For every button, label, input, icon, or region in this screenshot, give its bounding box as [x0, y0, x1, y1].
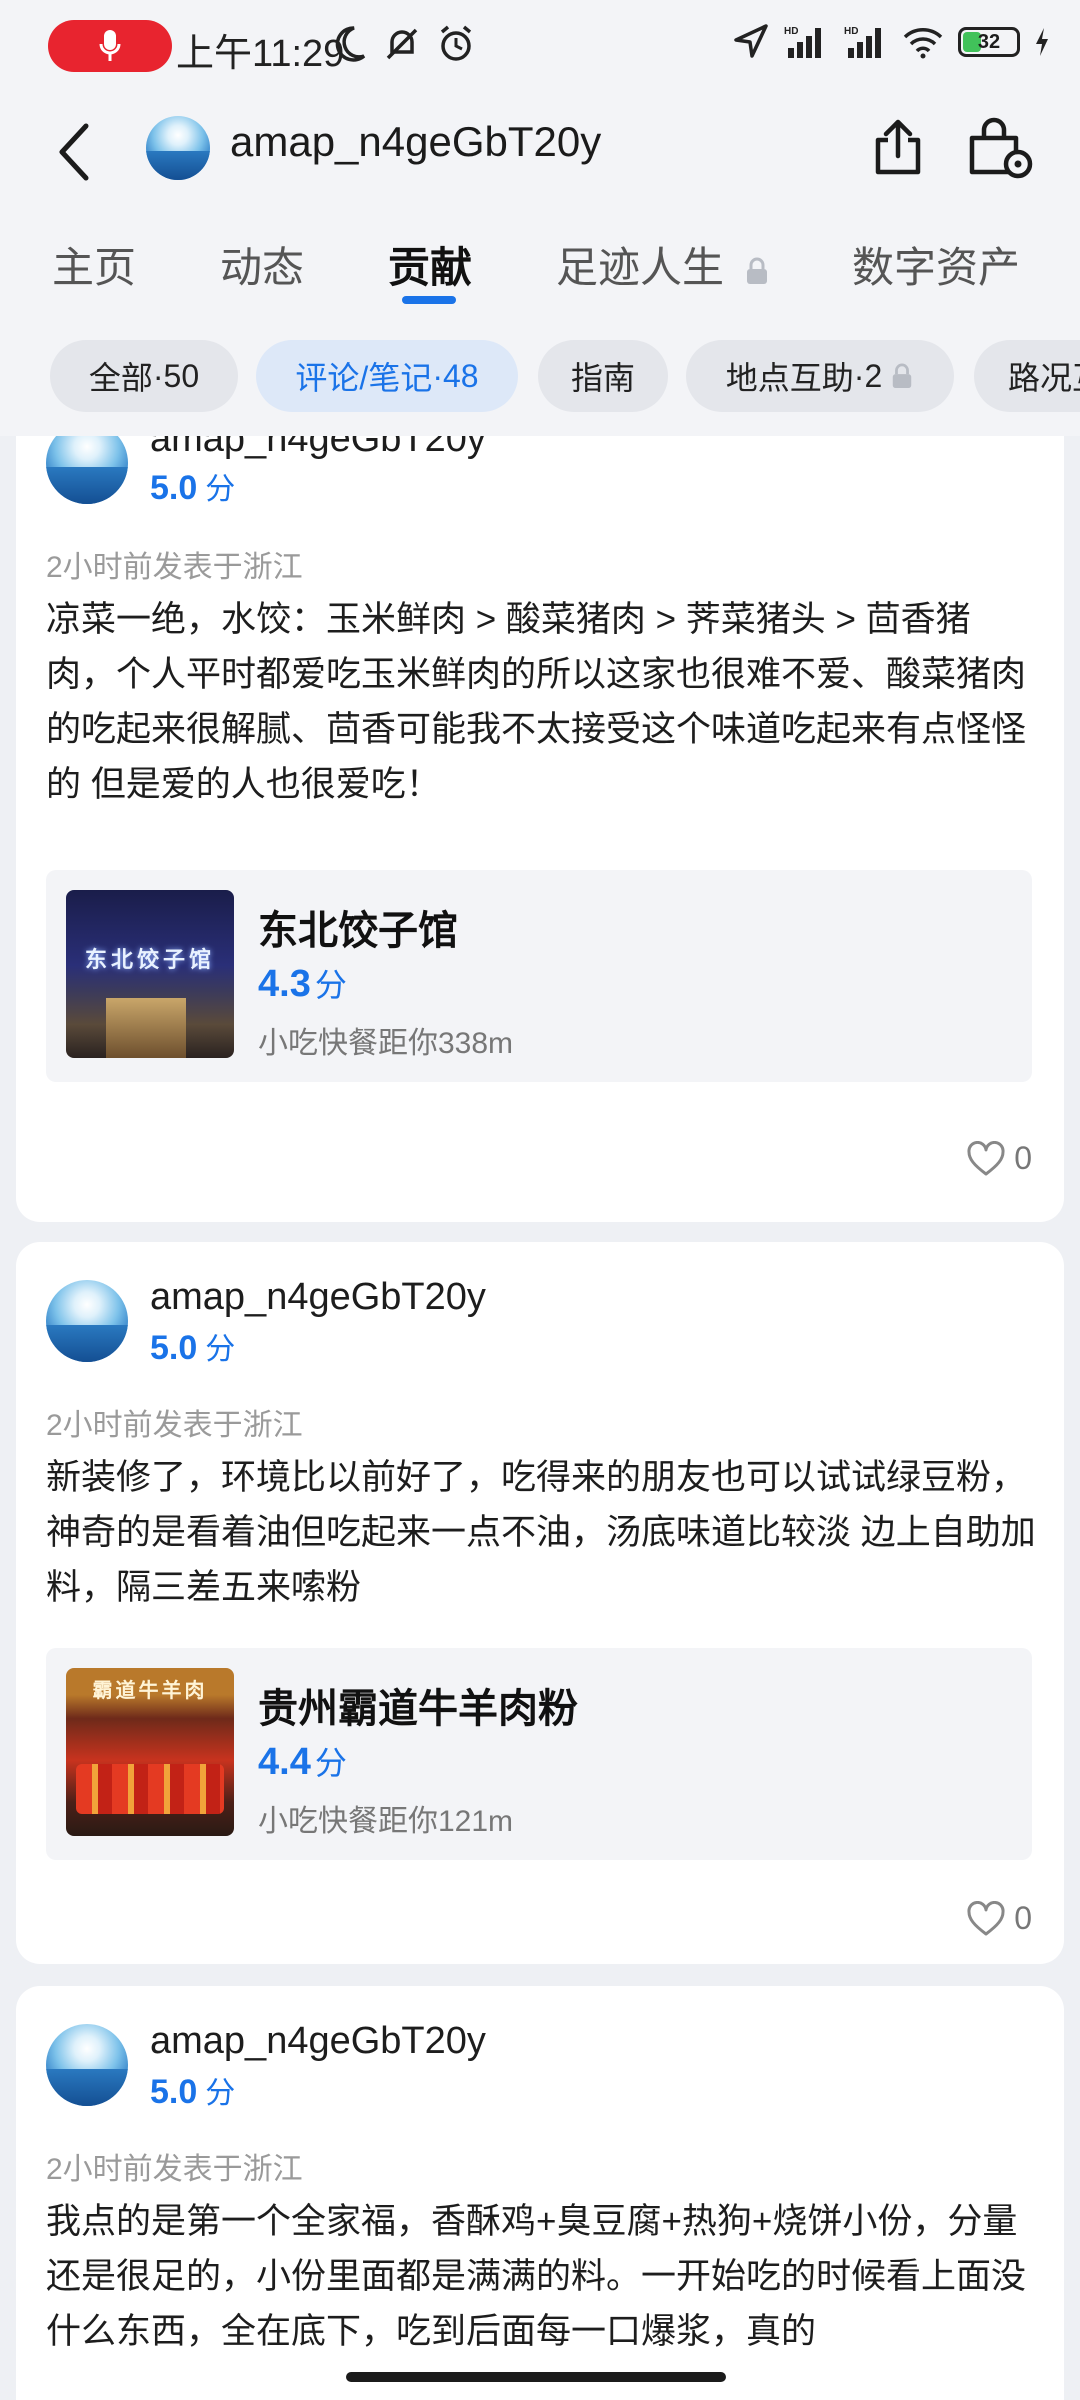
mute-icon — [386, 28, 418, 60]
status-time: 上午11:29 — [176, 33, 345, 75]
shop-photo: 霸道牛羊肉 — [66, 1668, 234, 1836]
score-unit: 分 — [314, 967, 347, 1003]
avatar[interactable] — [46, 1280, 128, 1362]
active-tab-indicator — [402, 296, 456, 304]
location-arrow-icon — [734, 24, 768, 58]
heart-icon — [967, 1140, 1005, 1175]
svg-text:HD: HD — [784, 26, 798, 37]
review-time: 2小时前发表于浙江 — [46, 1409, 303, 1442]
chip-all-count: 50 — [163, 357, 200, 394]
lock-icon — [746, 257, 767, 284]
status-bar: 上午11:29 HD HD 32 — [0, 0, 1080, 92]
tab-contribution[interactable]: 贡献 — [388, 234, 472, 295]
tab-home[interactable]: 主页 — [52, 234, 136, 295]
like-button[interactable]: 0 — [966, 1900, 1032, 1937]
chip-traffic[interactable]: 路况互 — [974, 340, 1080, 412]
shop-card[interactable]: 东北饺子馆 东北饺子馆 4.3 分 小吃快餐距你338m — [46, 870, 1032, 1082]
chip-all-label: 全部 — [88, 360, 153, 396]
shop-score-value: 4.4 — [258, 1741, 311, 1783]
profile-header: amap_n4geGbT20y — [0, 92, 1080, 212]
review-card[interactable]: amap_n4geGbT20y 5.0 分 2小时前发表于浙江 凉菜一绝，水饺：玉… — [16, 436, 1064, 1222]
review-text[interactable]: 凉菜一绝，水饺：玉米鲜肉 > 酸菜猪肉 > 荠菜猪头 > 茴香猪肉，个人平时都爱… — [46, 592, 1036, 812]
microphone-indicator[interactable] — [48, 20, 172, 72]
profile-tabs: 主页 动态 贡献 足迹人生 数字资产 — [0, 212, 1080, 312]
shop-meta: 小吃快餐距你338m — [258, 1027, 514, 1060]
shop-score: 4.4 分 — [258, 1738, 347, 1784]
wifi-icon — [903, 28, 943, 59]
battery-level: 32 — [977, 30, 1001, 53]
chip-separator: · — [432, 357, 443, 394]
tab-footprint-label: 足迹人生 — [556, 244, 725, 291]
chip-reviews-notes[interactable]: 评论/笔记 · 48 — [256, 340, 518, 412]
filter-chips: 全部 · 50 评论/笔记 · 48 指南 地点互助 · 2 路况互 — [0, 312, 1080, 436]
microphone-icon — [99, 30, 121, 61]
review-time: 2小时前发表于浙江 — [46, 2153, 303, 2186]
review-score-value: 5.0 — [150, 1329, 198, 1367]
shop-sign: 霸道牛羊肉 — [92, 1680, 208, 1702]
header-username: amap_n4geGbT20y — [230, 118, 602, 165]
store-settings-icon — [969, 117, 1033, 179]
moon-icon — [335, 26, 366, 62]
chip-place-help[interactable]: 地点互助 · 2 — [686, 340, 954, 412]
review-score: 5.0 分 — [150, 464, 235, 508]
chip-guide[interactable]: 指南 — [538, 340, 668, 412]
lock-icon — [893, 363, 912, 388]
shop-card[interactable]: 霸道牛羊肉 贵州霸道牛羊肉粉 4.4 分 小吃快餐距你121m — [46, 1648, 1032, 1860]
tab-footprint[interactable]: 足迹人生 — [556, 234, 770, 295]
signal-hd-2-icon: HD — [844, 26, 881, 58]
shop-photo: 东北饺子馆 — [66, 890, 234, 1058]
shop-score-value: 4.3 — [258, 963, 311, 1005]
alarm-icon — [440, 25, 472, 61]
review-score: 5.0 分 — [150, 1324, 235, 1368]
chip-reviews-label: 评论/笔记 — [295, 360, 433, 396]
like-count: 0 — [1014, 1900, 1032, 1936]
avatar[interactable] — [46, 436, 128, 504]
svg-text:HD: HD — [844, 26, 858, 37]
shop-name: 贵州霸道牛羊肉粉 — [258, 1687, 578, 1731]
review-score-value: 5.0 — [150, 469, 198, 507]
review-time: 2小时前发表于浙江 — [46, 551, 303, 584]
shop-name: 东北饺子馆 — [258, 909, 458, 953]
tab-digital-assets[interactable]: 数字资产 — [852, 234, 1020, 295]
shop-meta: 小吃快餐距你121m — [258, 1805, 514, 1838]
review-score-value: 5.0 — [150, 2073, 198, 2111]
chip-separator: · — [853, 357, 865, 394]
store-button[interactable] — [964, 116, 1036, 180]
review-card[interactable]: amap_n4geGbT20y 5.0 分 2小时前发表于浙江 我点的是第一个全家… — [16, 1986, 1064, 2400]
tab-activity[interactable]: 动态 — [220, 234, 304, 295]
review-feed: amap_n4geGbT20y 5.0 分 2小时前发表于浙江 凉菜一绝，水饺：玉… — [0, 436, 1080, 2400]
review-username[interactable]: amap_n4geGbT20y — [150, 2020, 486, 2063]
review-score: 5.0 分 — [150, 2068, 235, 2112]
battery-icon: 32 — [958, 27, 1020, 57]
review-text[interactable]: 我点的是第一个全家福，香酥鸡+臭豆腐+热狗+烧饼小份，分量还是很足的，小份里面都… — [46, 2194, 1036, 2359]
share-icon — [875, 119, 921, 175]
chip-all[interactable]: 全部 · 50 — [50, 340, 238, 412]
chip-place-help-count: 2 — [864, 357, 883, 394]
charging-icon — [1036, 28, 1048, 56]
review-username[interactable]: amap_n4geGbT20y — [150, 436, 486, 461]
shop-sign: 东北饺子馆 — [84, 947, 215, 972]
share-button[interactable] — [866, 116, 930, 180]
chip-reviews-count: 48 — [442, 357, 479, 394]
shop-score: 4.3 分 — [258, 960, 347, 1006]
like-button[interactable]: 0 — [966, 1140, 1032, 1177]
avatar[interactable] — [146, 116, 210, 180]
review-username[interactable]: amap_n4geGbT20y — [150, 1276, 486, 1319]
back-button[interactable] — [56, 120, 112, 184]
review-card[interactable]: amap_n4geGbT20y 5.0 分 2小时前发表于浙江 新装修了，环境比以… — [16, 1242, 1064, 1964]
score-unit: 分 — [205, 1333, 236, 1366]
heart-icon — [967, 1900, 1005, 1935]
review-text[interactable]: 新装修了，环境比以前好了，吃得来的朋友也可以试试绿豆粉，神奇的是看着油但吃起来一… — [46, 1450, 1036, 1615]
like-count: 0 — [1014, 1140, 1032, 1176]
score-unit: 分 — [205, 2077, 236, 2110]
avatar[interactable] — [46, 2024, 128, 2106]
chevron-left-icon — [59, 123, 89, 181]
signal-hd-1-icon: HD — [784, 26, 821, 58]
chip-separator: · — [152, 357, 164, 394]
score-unit: 分 — [314, 1745, 347, 1781]
home-indicator[interactable] — [346, 2372, 726, 2382]
chip-place-help-label: 地点互助 — [725, 360, 854, 396]
score-unit: 分 — [205, 473, 236, 506]
